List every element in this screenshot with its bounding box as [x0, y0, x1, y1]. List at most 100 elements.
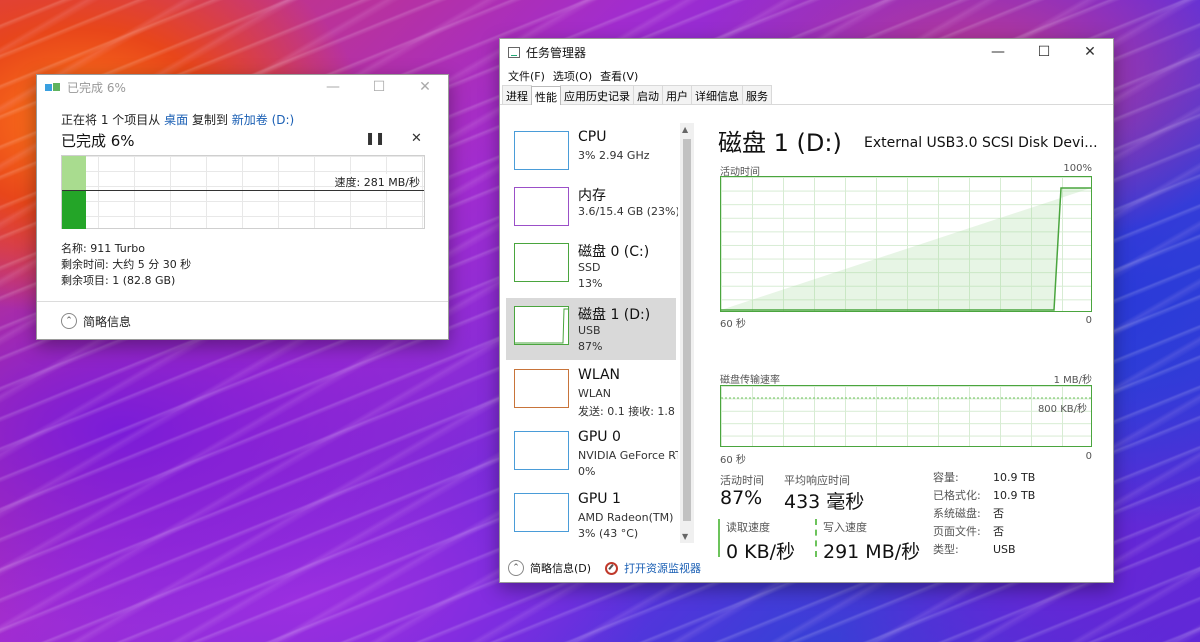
- resource-monitor-label: 打开资源监视器: [624, 562, 702, 575]
- device-sub2: 87%: [578, 340, 603, 353]
- close-button[interactable]: ✕: [402, 75, 448, 99]
- close-button[interactable]: ✕: [1067, 39, 1113, 65]
- transfer-graph-xright: 0: [1085, 451, 1092, 462]
- tm-menubar: 文件(F) 选项(O) 查看(V): [500, 65, 1113, 85]
- device-name: 磁盘 0 (C:): [578, 244, 650, 260]
- copy-percent: 已完成 6%: [61, 132, 135, 150]
- device-sub1: USB: [578, 324, 601, 337]
- copy-speed: 速度: 281 MB/秒: [334, 174, 420, 190]
- active-time-value: 87%: [720, 487, 763, 509]
- close-icon[interactable]: ✕: [411, 131, 422, 146]
- device-sub2: 发送: 0.1 接收: 1.8 M: [578, 405, 678, 418]
- prop-value: 10.9 TB: [993, 471, 1036, 484]
- open-resource-monitor-link[interactable]: 打开资源监视器: [605, 560, 701, 576]
- device-name: WLAN: [578, 367, 621, 383]
- device-name: 磁盘 1 (D:): [578, 307, 651, 323]
- device-item-disk1[interactable]: 磁盘 1 (D:) USB 87%: [506, 298, 676, 360]
- device-item-cpu[interactable]: CPU 3% 2.94 GHz: [506, 123, 676, 185]
- tab-details[interactable]: 详细信息: [691, 85, 743, 104]
- response-time-value: 433 毫秒: [784, 491, 865, 513]
- copy-titlebar[interactable]: 已完成 6% — ☐ ✕: [37, 75, 448, 99]
- destination-link[interactable]: 新加卷 (D:): [232, 113, 294, 127]
- maximize-button[interactable]: ☐: [356, 75, 402, 99]
- device-item-memory[interactable]: 内存 3.6/15.4 GB (23%): [506, 179, 678, 241]
- pause-icon[interactable]: ❚❚: [365, 131, 385, 145]
- transfer-rate-line: [721, 397, 1091, 399]
- copy-items-left: 剩余项目: 1 (82.8 GB): [61, 274, 176, 287]
- copy-name: 名称: 911 Turbo: [61, 242, 145, 255]
- tm-tabs: 进程 性能 应用历史记录 启动 用户 详细信息 服务: [500, 85, 1113, 105]
- minimize-button[interactable]: —: [310, 75, 356, 99]
- device-item-wlan[interactable]: WLAN WLAN 发送: 0.1 接收: 1.8 M: [506, 361, 678, 423]
- device-item-gpu0[interactable]: GPU 0 NVIDIA GeForce RTX 0%: [506, 423, 678, 485]
- prop-capacity: 容量: 10.9 TB: [933, 469, 1035, 487]
- copy-time-left: 剩余时间: 大约 5 分 30 秒: [61, 258, 192, 271]
- device-sub1: 3.6/15.4 GB (23%): [578, 205, 678, 218]
- tab-services[interactable]: 服务: [742, 85, 772, 104]
- device-name: GPU 1: [578, 491, 621, 507]
- menu-options[interactable]: 选项(O): [549, 65, 596, 85]
- activity-graph-xright: 0: [1085, 315, 1092, 326]
- disk-detail-panel: 磁盘 1 (D:) External USB3.0 SCSI Disk Devi…: [718, 123, 1098, 563]
- prop-value: 否: [993, 507, 1004, 520]
- write-speed-block: 写入速度 291 MB/秒: [815, 519, 920, 563]
- fewer-details-link[interactable]: 简略信息: [83, 313, 131, 330]
- disk1-thumbnail: [514, 306, 569, 345]
- response-time-label: 平均响应时间: [784, 474, 850, 487]
- minimize-button[interactable]: —: [975, 39, 1021, 65]
- tab-processes[interactable]: 进程: [502, 85, 532, 104]
- prop-value: 否: [993, 525, 1004, 538]
- tm-titlebar[interactable]: 任务管理器 — ☐ ✕: [500, 39, 1113, 65]
- transfer-graph-max: 1 MB/秒: [1053, 375, 1092, 386]
- device-name: GPU 0: [578, 429, 621, 445]
- tm-window-title: 任务管理器: [526, 45, 587, 60]
- gpu0-thumbnail: [514, 431, 569, 470]
- prop-formatted: 已格式化: 10.9 TB: [933, 487, 1035, 505]
- device-list-scrollbar[interactable]: ▲ ▼: [680, 123, 694, 543]
- chevron-up-icon[interactable]: ⌃: [508, 560, 524, 576]
- read-speed-block: 读取速度 0 KB/秒: [718, 519, 795, 563]
- scroll-thumb[interactable]: [683, 139, 691, 521]
- disk-properties: 容量: 10.9 TB 已格式化: 10.9 TB 系统磁盘: 否 页面文件: 否 类型…: [933, 469, 1035, 559]
- tab-app-history[interactable]: 应用历史记录: [560, 85, 634, 104]
- transfer-rate-graph: 800 KB/秒: [720, 385, 1092, 447]
- activity-graph-xleft: 60 秒: [720, 319, 746, 330]
- device-item-disk0[interactable]: 磁盘 0 (C:) SSD 13%: [506, 235, 676, 297]
- cpu-thumbnail: [514, 131, 569, 170]
- transfer-graph-xleft: 60 秒: [720, 455, 746, 466]
- tab-users[interactable]: 用户: [662, 85, 692, 104]
- source-link[interactable]: 桌面: [164, 113, 188, 127]
- prop-key: 容量:: [933, 471, 959, 484]
- chevron-up-icon[interactable]: ⌃: [61, 313, 77, 329]
- device-name: CPU: [578, 129, 607, 145]
- prop-system-disk: 系统磁盘: 否: [933, 505, 1035, 523]
- copy-footer: ⌃ 简略信息: [37, 301, 448, 340]
- write-speed-label: 写入速度: [823, 521, 867, 534]
- progress-fill-light: [62, 156, 86, 190]
- prop-key: 页面文件:: [933, 525, 981, 538]
- copy-speed-graph: 速度: 281 MB/秒: [61, 155, 425, 229]
- prop-page-file: 页面文件: 否: [933, 523, 1035, 541]
- menu-file[interactable]: 文件(F): [504, 65, 549, 85]
- disk1-mini-graph: [515, 308, 568, 344]
- fewer-details-button[interactable]: 简略信息(D): [530, 560, 591, 576]
- menu-view[interactable]: 查看(V): [596, 65, 642, 85]
- device-sub1: NVIDIA GeForce RTX: [578, 449, 678, 462]
- scroll-up-icon[interactable]: ▲: [682, 125, 688, 134]
- copy-window-title: 已完成 6%: [67, 80, 126, 95]
- device-item-gpu1[interactable]: GPU 1 AMD Radeon(TM) 3% (43 °C): [506, 485, 676, 543]
- maximize-button[interactable]: ☐: [1021, 39, 1067, 65]
- memory-thumbnail: [514, 187, 569, 226]
- transfer-graph-mid: 800 KB/秒: [1037, 404, 1087, 415]
- copy-info: 名称: 911 Turbo 剩余时间: 大约 5 分 30 秒 剩余项目: 1 …: [61, 241, 191, 289]
- tab-startup[interactable]: 启动: [633, 85, 663, 104]
- device-sub1: 3% 2.94 GHz: [578, 149, 650, 162]
- disk-model: External USB3.0 SCSI Disk Devi...: [864, 135, 1098, 151]
- disk0-thumbnail: [514, 243, 569, 282]
- device-sub1: AMD Radeon(TM): [578, 511, 674, 524]
- tab-performance[interactable]: 性能: [531, 86, 561, 105]
- scroll-down-icon[interactable]: ▼: [682, 532, 688, 541]
- copy-desc-prefix: 正在将 1 个项目从: [61, 113, 161, 127]
- prop-key: 系统磁盘:: [933, 507, 981, 520]
- speed-line: [62, 190, 424, 191]
